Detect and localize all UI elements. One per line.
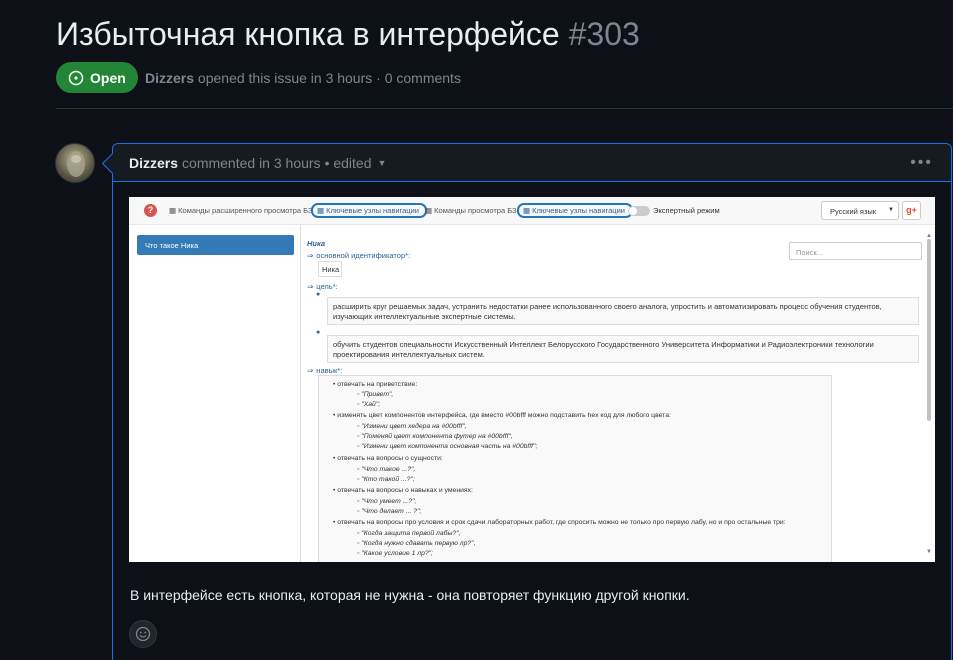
skill-example-text: "Измени цвет компонента основная часть н… [361, 443, 538, 450]
comment-edited[interactable]: • edited [325, 155, 372, 171]
skill-example-text: "Что такое ...?", [361, 466, 416, 473]
bullet-icon: ● [316, 291, 321, 298]
goal-1: расширить круг решаемых задач, устранить… [327, 297, 919, 325]
kebab-menu-icon[interactable]: ••• [910, 154, 933, 172]
avatar-image [67, 151, 85, 177]
help-icon: ? [144, 204, 157, 217]
issue-title: Избыточная кнопка в интерфейсе #303 [56, 16, 640, 53]
comment-body: В интерфейсе есть кнопка, которая не нуж… [130, 587, 690, 603]
skill-example-text: "Измени цвет хедера на #00bfff", [361, 423, 467, 430]
skill-text: отвечать на вопросы о сущности: [337, 455, 443, 462]
nav-nodes-label-2: Ключевые узлы навигации [532, 206, 625, 215]
nav-cmd-extended: ▦ Команды расширенного просмотра БЗ [169, 206, 313, 215]
issue-author-link[interactable]: Dizzers [145, 70, 194, 86]
issue-meta: Dizzers opened this issue in 3 hours · 0… [145, 70, 461, 86]
comment-header: Dizzers commented in 3 hours • edited ▼ … [113, 144, 951, 182]
skill-example-text: "Какое условие 1 лр?"; [361, 550, 433, 557]
skill-text: изменять цвет компонентов интерфейса, гд… [337, 412, 671, 419]
comment-time[interactable]: commented in 3 hours [182, 155, 321, 171]
skill-example-text: "Поменяй цвет компонента футер на #00bff… [361, 433, 513, 440]
skill-example: ◦ "Какое условие 1 лр?"; [357, 550, 433, 557]
skill-example: ◦ "Поменяй цвет компонента футер на #00b… [357, 433, 513, 440]
nav-cmd-view-label: Команды просмотра БЗ [434, 206, 517, 215]
skill-example: ◦ "Что умеет ...?", [357, 498, 417, 505]
skill-example: ◦ "Кто такой ...?"; [357, 476, 415, 483]
smiley-icon [135, 626, 151, 642]
nav-nodes-highlight-2: ▦ Ключевые узлы навигации [517, 203, 633, 218]
chevron-down-icon: ▼ [888, 207, 894, 213]
skill-example-text: "Привет", [361, 391, 394, 398]
search-input: Поиск... [789, 242, 922, 260]
issue-number: #303 [568, 16, 640, 52]
relation-goal-label: цель*: [316, 282, 338, 291]
skill-text: отвечать на приветствие: [337, 381, 418, 388]
skill-example: ◦ "Хай"; [357, 401, 381, 408]
status-label: Open [90, 69, 126, 86]
skill-example-text: "Хай"; [361, 401, 381, 408]
arrow-icon: ⇒ [307, 282, 314, 291]
skill-example: ◦ "Когда нужно сдавать первую лр?", [357, 540, 476, 547]
skill-example: ◦ "Что делает ... ?"; [357, 508, 422, 515]
skill-example-text: "Кто такой ...?"; [361, 476, 415, 483]
issue-title-text: Избыточная кнопка в интерфейсе [56, 16, 560, 52]
scrollbar [927, 239, 931, 421]
skill-example: ◦ "Привет", [357, 391, 394, 398]
nav-nodes-label-1: Ключевые узлы навигации [326, 206, 419, 215]
issue-meta-text: opened this issue in 3 hours · 0 comment… [197, 70, 461, 86]
skill-example: ◦ "Измени цвет компонента основная часть… [357, 443, 538, 450]
screenshot-navbar: ? ▦ Команды расширенного просмотра БЗ ▦ … [129, 197, 935, 225]
skill-example-text: "Когда защита первой лабы?", [361, 530, 461, 537]
skill-item: • отвечать на вопросы про условия и срок… [333, 519, 786, 526]
add-reaction-button[interactable] [129, 620, 157, 648]
relation-skill: ⇒ навык*: [307, 366, 342, 375]
arrow-icon: ⇒ [307, 251, 314, 260]
skill-item: • отвечать на вопросы о сущности: [333, 455, 443, 462]
relation-identifier-label: основной идентификатор*: [316, 251, 411, 260]
skill-text: отвечать на вопросы про условия и срок с… [337, 519, 786, 526]
issue-open-icon [68, 70, 84, 85]
avatar[interactable] [55, 143, 95, 183]
attached-screenshot[interactable]: ? ▦ Команды расширенного просмотра БЗ ▦ … [129, 197, 935, 562]
relation-identifier: ⇒ основной идентификатор*: [307, 251, 410, 260]
scroll-down-icon: ▼ [926, 549, 932, 555]
goal-2: обучить студентов специальности Искусств… [327, 335, 919, 363]
status-badge: Open [56, 62, 138, 93]
nav-nodes-highlight-1: ▦ Ключевые узлы навигации [311, 203, 427, 218]
screenshot-main: Поиск... ▲ ▼ Ника ⇒ основной идентификато… [302, 225, 935, 562]
nav-cmd-view: ▦ Команды просмотра БЗ [425, 206, 517, 215]
skill-text: отвечать на вопросы о навыках и умениях: [337, 487, 473, 494]
skill-example-text: "Что делает ... ?"; [361, 508, 422, 515]
nav-cmd-extended-label: Команды расширенного просмотра БЗ [178, 206, 313, 215]
header-divider [56, 108, 953, 109]
expert-label: Экспертный режим [653, 206, 720, 215]
expert-toggle [628, 206, 650, 216]
language-value: Русский язык [830, 207, 877, 216]
google-plus-icon: g+ [902, 201, 921, 220]
arrow-icon: ⇒ [307, 366, 314, 375]
skill-example: ◦ "Измени цвет хедера на #00bfff", [357, 423, 467, 430]
screenshot-sidebar: Что такое Ника [129, 225, 301, 562]
skill-item: • изменять цвет компонентов интерфейса, … [333, 412, 671, 419]
skill-example-text: "Что умеет ...?", [361, 498, 417, 505]
skill-example: ◦ "Что такое ...?", [357, 466, 416, 473]
language-select: Русский язык ▼ [821, 201, 899, 220]
skill-item: • отвечать на приветствие: [333, 381, 418, 388]
relation-skill-label: навык*: [316, 366, 343, 375]
sidebar-item-what-is-nika: Что такое Ника [137, 235, 294, 255]
skill-item: • отвечать на вопросы о навыках и умения… [333, 487, 473, 494]
entity-title: Ника [307, 239, 326, 248]
identifier-value: Ника [318, 261, 342, 277]
relation-goal: ⇒ цель*: [307, 282, 338, 291]
chevron-down-icon[interactable]: ▼ [378, 158, 387, 168]
skills-box: • отвечать на приветствие: ◦ "Привет", ◦… [318, 375, 832, 562]
bullet-icon: ● [316, 329, 321, 336]
skill-example-text: "Когда нужно сдавать первую лр?", [361, 540, 476, 547]
skill-example: ◦ "Когда защита первой лабы?", [357, 530, 461, 537]
comment-author-link[interactable]: Dizzers [129, 155, 178, 171]
